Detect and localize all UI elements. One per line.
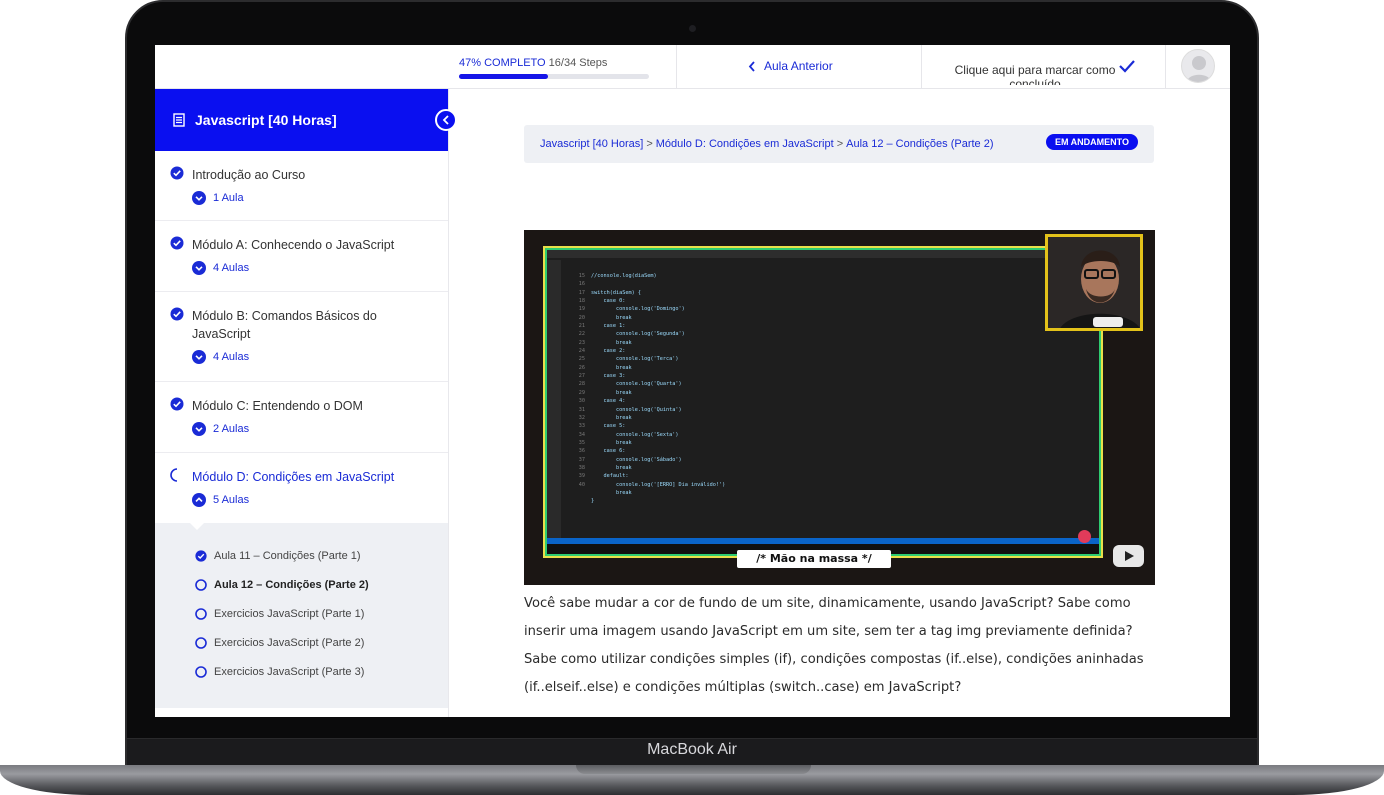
video-caption: /* Mão na massa */ <box>737 550 891 568</box>
previous-lesson-button[interactable]: Aula Anterior <box>748 59 833 73</box>
laptop-brand-label: MacBook Air <box>647 741 737 758</box>
check-circle-icon <box>170 166 184 180</box>
check-icon[interactable] <box>1118 57 1136 75</box>
circle-icon <box>195 578 207 591</box>
record-indicator <box>1078 530 1091 543</box>
lesson-title: Exercicios JavaScript (Parte 3) <box>214 665 365 678</box>
breadcrumb-link-module[interactable]: Módulo D: Condições em JavaScript <box>656 138 834 150</box>
module-lesson-count: 4 Aulas <box>213 351 250 363</box>
avatar[interactable] <box>1181 49 1215 83</box>
progress-bar <box>459 74 649 79</box>
progress-fill <box>459 74 549 79</box>
video-border <box>543 246 1103 558</box>
chevron-down-circle-icon[interactable] <box>192 191 206 205</box>
top-bar: 47% COMPLETO 16/34 Steps Aula Anterior C… <box>155 45 1230 89</box>
check-circle-icon <box>170 397 184 411</box>
progress-text: 47% COMPLETO 16/34 Steps <box>459 57 607 69</box>
circle-icon <box>195 636 207 649</box>
course-title: Javascript [40 Horas] <box>195 112 337 128</box>
lesson-item[interactable]: Exercicios JavaScript (Parte 3) <box>195 657 448 686</box>
play-button[interactable] <box>1113 545 1144 567</box>
lesson-title: Aula 12 – Condições (Parte 2) <box>214 578 369 591</box>
lesson-item[interactable]: Exercicios JavaScript (Parte 1) <box>195 599 448 628</box>
user-icon <box>1186 56 1212 82</box>
breadcrumb-separator: > <box>836 138 844 150</box>
document-icon <box>173 113 185 127</box>
chevron-down-circle-icon[interactable] <box>192 261 206 275</box>
module-title: Módulo C: Entendendo o DOM <box>192 399 363 413</box>
module-item[interactable]: Módulo B: Comandos Básicos do JavaScript… <box>155 292 448 382</box>
module-lesson-count: 4 Aulas <box>213 262 250 274</box>
breadcrumb-link-course[interactable]: Javascript [40 Horas] <box>540 138 643 150</box>
chevron-down-circle-icon[interactable] <box>192 350 206 364</box>
module-title: Módulo D: Condições em JavaScript <box>192 470 395 484</box>
breadcrumb: Javascript [40 Horas] > Módulo D: Condiç… <box>524 125 1154 163</box>
module-lesson-count: 2 Aulas <box>213 423 250 435</box>
lesson-item[interactable]: Exercicios JavaScript (Parte 2) <box>195 628 448 657</box>
module-item[interactable]: Introdução ao Curso 1 Aula <box>155 151 448 221</box>
course-header: Javascript [40 Horas] <box>155 89 457 151</box>
divider <box>921 45 922 89</box>
module-item-active[interactable]: Módulo D: Condições em JavaScript 5 Aula… <box>155 453 448 523</box>
collapse-sidebar-button[interactable] <box>435 109 457 131</box>
module-title: Introdução ao Curso <box>192 168 306 182</box>
lesson-item[interactable]: Aula 11 – Condições (Parte 1) <box>195 541 448 570</box>
progress-label: 47% COMPLETO <box>459 57 546 69</box>
divider <box>1165 45 1166 89</box>
previous-lesson-label: Aula Anterior <box>764 59 833 73</box>
laptop-mockup: 47% COMPLETO 16/34 Steps Aula Anterior C… <box>0 0 1384 795</box>
screen: 47% COMPLETO 16/34 Steps Aula Anterior C… <box>155 45 1230 717</box>
mark-complete-button[interactable]: Clique aqui para marcar como concluído <box>950 63 1120 85</box>
circle-icon <box>195 665 207 678</box>
module-item[interactable]: Módulo A: Conhecendo o JavaScript 4 Aula… <box>155 221 448 292</box>
chevron-left-icon <box>442 115 449 125</box>
breadcrumb-link-lesson[interactable]: Aula 12 – Condições (Parte 2) <box>846 138 993 150</box>
webcam <box>689 25 696 32</box>
course-sidebar: Javascript [40 Horas] Introdução ao Curs… <box>155 89 457 717</box>
presenter-image <box>1048 237 1140 328</box>
module-title: Módulo A: Conhecendo o JavaScript <box>192 238 395 252</box>
divider <box>676 45 677 89</box>
check-circle-icon <box>170 236 184 250</box>
status-badge: EM ANDAMENTO <box>1046 134 1138 150</box>
module-title: Módulo B: Comandos Básicos do JavaScript <box>192 309 377 341</box>
check-circle-icon <box>170 307 184 321</box>
lesson-list: Aula 11 – Condições (Parte 1) Aula 12 – … <box>155 522 448 708</box>
module-lesson-count: 5 Aulas <box>213 494 250 506</box>
module-item[interactable]: Módulo C: Entendendo o DOM 2 Aulas <box>155 382 448 453</box>
chevron-left-icon <box>748 60 755 72</box>
breadcrumb-separator: > <box>646 138 653 150</box>
lesson-title: Exercicios JavaScript (Parte 1) <box>214 607 365 620</box>
lesson-title: Aula 11 – Condições (Parte 1) <box>214 549 361 562</box>
progress-steps: 16/34 Steps <box>548 57 608 69</box>
check-circle-icon <box>195 549 207 562</box>
lesson-video[interactable]: 15 16 17 18 19 20 21 22 23 24 25 26 27 2… <box>524 230 1155 585</box>
presenter-webcam <box>1045 234 1143 331</box>
progress-circle-icon <box>170 468 178 482</box>
lesson-description: Você sabe mudar a cor de fundo de um sit… <box>524 596 1144 695</box>
lesson-item-current[interactable]: Aula 12 – Condições (Parte 2) <box>195 570 448 599</box>
laptop-hinge-notch <box>576 765 811 774</box>
chevron-up-circle-icon[interactable] <box>192 493 206 507</box>
lesson-title: Exercicios JavaScript (Parte 2) <box>214 636 365 649</box>
chevron-down-circle-icon[interactable] <box>192 422 206 436</box>
circle-icon <box>195 607 207 620</box>
module-lesson-count: 1 Aula <box>213 192 244 204</box>
play-icon <box>1125 551 1134 561</box>
